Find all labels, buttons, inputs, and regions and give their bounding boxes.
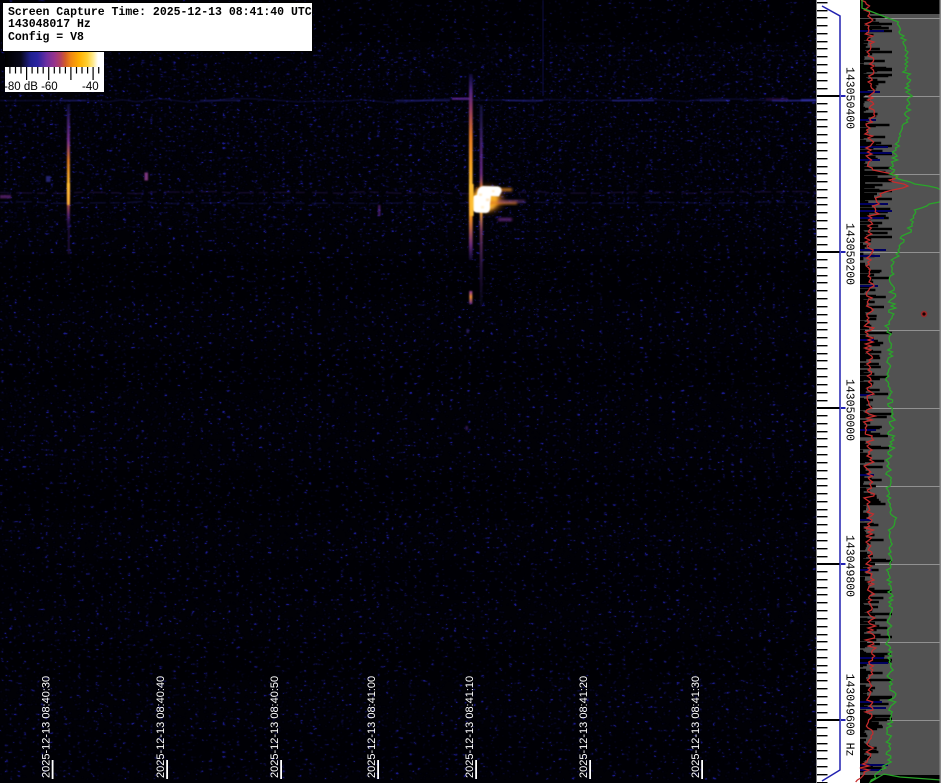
svg-text:143049800: 143049800 (843, 535, 856, 597)
svg-text:2025-12-13 08:40:30: 2025-12-13 08:40:30 (41, 676, 53, 778)
svg-text:-80 dB -60: -80 dB -60 (4, 81, 58, 93)
svg-text:2025-12-13 08:41:00: 2025-12-13 08:41:00 (366, 676, 378, 778)
svg-text:143049600 Hz: 143049600 Hz (843, 674, 856, 757)
svg-text:2025-12-13 08:40:40: 2025-12-13 08:40:40 (155, 676, 167, 778)
svg-text:143050200: 143050200 (843, 223, 856, 285)
svg-text:-40: -40 (82, 81, 99, 93)
svg-text:2025-12-13 08:40:50: 2025-12-13 08:40:50 (269, 676, 281, 778)
svg-text:2025-12-13 08:41:20: 2025-12-13 08:41:20 (578, 676, 590, 778)
svg-text:2025-12-13 08:41:10: 2025-12-13 08:41:10 (464, 676, 476, 778)
svg-text:143050000: 143050000 (843, 379, 856, 441)
svg-text:2025-12-13 08:41:30: 2025-12-13 08:41:30 (690, 676, 702, 778)
svg-text:143050400: 143050400 (843, 67, 856, 129)
